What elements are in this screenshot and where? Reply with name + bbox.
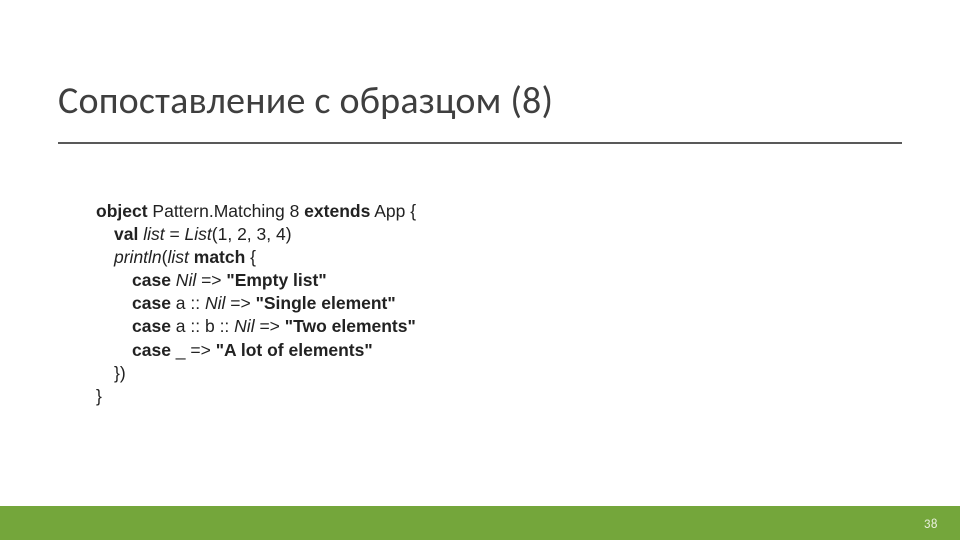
- arrow-1: =>: [201, 270, 226, 290]
- nil-1: Nil: [171, 270, 201, 290]
- slide: Сопоставление с образцом (8) object Patt…: [0, 0, 960, 540]
- list-ref: list: [168, 247, 189, 267]
- code-line-4: case Nil => "Empty list": [96, 269, 880, 292]
- kw-case-1: case: [132, 270, 171, 290]
- kw-object: object: [96, 201, 148, 221]
- kw-case-3: case: [132, 316, 171, 336]
- code-line-1: object Pattern.Matching 8 extends App {: [96, 201, 416, 221]
- obj-name: Pattern.Matching 8: [148, 201, 305, 221]
- list-args: (1, 2, 3, 4): [212, 224, 292, 244]
- code-line-6: case a :: b :: Nil => "Two elements": [96, 315, 880, 338]
- code-line-2: val list = List(1, 2, 3, 4): [96, 223, 880, 246]
- pat-single-a: a ::: [171, 293, 205, 313]
- println: println: [114, 247, 162, 267]
- arrow-3: =>: [259, 316, 284, 336]
- extends-tail: App {: [370, 201, 416, 221]
- title-block: Сопоставление с образцом (8): [58, 78, 902, 144]
- code-line-5: case a :: Nil => "Single element": [96, 292, 880, 315]
- slide-title: Сопоставление с образцом (8): [58, 78, 902, 124]
- code-line-9: }: [96, 385, 880, 408]
- code-line-7: case _ => "A lot of elements": [96, 339, 880, 362]
- str-single: "Single element": [256, 293, 396, 313]
- list-ctor: List: [185, 224, 212, 244]
- kw-case-2: case: [132, 293, 171, 313]
- eq: =: [169, 224, 184, 244]
- nil-3: Nil: [234, 316, 259, 336]
- kw-extends: extends: [304, 201, 370, 221]
- arrow-4: =>: [190, 340, 215, 360]
- val-name: list: [138, 224, 169, 244]
- kw-case-4: case: [132, 340, 171, 360]
- arrow-2: =>: [230, 293, 255, 313]
- nil-2: Nil: [205, 293, 230, 313]
- code-line-8: }): [96, 362, 880, 385]
- title-rule: [58, 142, 902, 144]
- page-number: 38: [924, 517, 938, 532]
- match-open: {: [245, 247, 256, 267]
- pat-wild: _: [171, 340, 190, 360]
- str-empty: "Empty list": [226, 270, 326, 290]
- kw-match: match: [194, 247, 246, 267]
- footer-bar: 38: [0, 506, 960, 540]
- kw-val: val: [114, 224, 138, 244]
- str-many: "A lot of elements": [216, 340, 373, 360]
- code-block: object Pattern.Matching 8 extends App { …: [96, 200, 880, 408]
- code-line-3: println(list match {: [96, 246, 880, 269]
- str-two: "Two elements": [285, 316, 416, 336]
- pat-two: a :: b ::: [171, 316, 234, 336]
